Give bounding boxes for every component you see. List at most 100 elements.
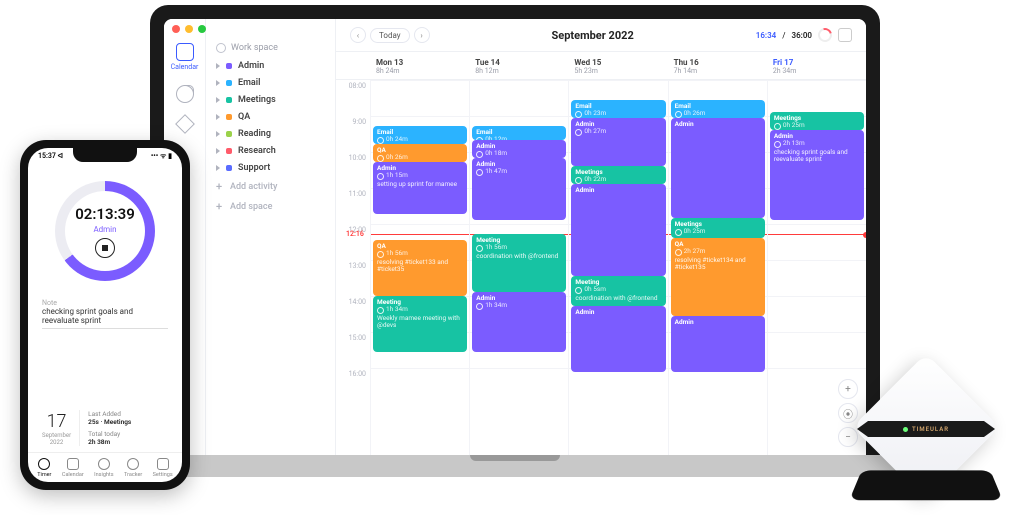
stop-button[interactable] [95,238,115,258]
tab-settings[interactable]: Settings [153,458,173,478]
tab-calendar[interactable]: Calendar [62,458,84,478]
rail-tracker[interactable] [172,117,198,131]
calendar-event[interactable]: Admin [671,118,765,218]
day-duration: 7h 14m [674,67,761,75]
day-stats: Last Added 25s · Meetings Total today 2h… [79,410,168,446]
day-column[interactable]: Email0h 12mAdmin0h 18mAdmin1h 47m Meeting… [469,80,568,455]
day-header[interactable]: Fri 172h 34m [767,52,866,79]
rail-insights[interactable] [172,85,198,103]
hour-label: 9:00 [336,118,370,154]
tab-timer[interactable]: Timer [37,458,51,478]
calendar-event[interactable]: Admin [571,306,665,372]
tab-tracker[interactable]: Tracker [124,458,142,478]
day-column[interactable]: Email0h 24mQA0h 26mAdmin1h 15msetting up… [370,80,469,455]
calendar-event[interactable]: Meetings0h 25m [770,112,864,130]
activity-item[interactable]: Email [216,78,325,88]
time-total: 36:00 [792,31,812,40]
event-duration: 0h 27m [575,128,661,135]
day-header[interactable]: Mon 138h 24m [370,52,469,79]
tracker-icon [127,458,139,470]
page-title: September 2022 [552,29,634,42]
calendar-event[interactable]: Admin [571,184,665,276]
laptop-base [128,455,902,477]
chevron-right-icon [216,165,220,171]
day-header[interactable]: Thu 167h 14m [668,52,767,79]
add-space-button[interactable]: +Add space [216,200,325,213]
date-picker-icon[interactable] [838,28,852,42]
event-note: resolving #ticket133 and #ticket35 [377,259,463,274]
plus-icon: + [216,180,224,193]
note-label: Note [42,299,168,307]
calendar-event[interactable]: Meetings0h 22m [571,166,665,184]
diamond-icon [175,114,195,134]
calendar-event[interactable]: Email0h 23m [571,100,665,118]
event-duration: 1h 56m [377,250,463,257]
calendar-event[interactable]: Meeting1h 34mWeekly mamee meeting with @… [373,296,467,352]
timer-center: 02:13:39 Admin [65,191,145,271]
calendar-event[interactable]: Meeting0h 5smcoordination with @frontend [571,276,665,306]
calendar-grid[interactable]: 08:009:0010:0011:0012:0013:0014:0015:001… [336,80,866,455]
day-columns: 12:16Email0h 24mQA0h 26mAdmin1h 15msetti… [370,80,866,455]
activity-item[interactable]: Research [216,146,325,156]
date-display: 17 September 2022 [42,411,71,446]
calendar-event[interactable]: QA0h 26m [373,144,467,162]
chevron-right-icon [216,97,220,103]
today-button[interactable]: Today [370,28,410,43]
timer-icon [38,458,50,470]
calendar-event[interactable]: Meetings0h 25m [671,218,765,238]
calendar-event[interactable]: QA2h 27mresolving #ticket134 and #ticket… [671,238,765,316]
event-title: Admin [575,309,661,316]
pie-icon [176,85,194,103]
note-field[interactable]: Note checking sprint goals and reevaluat… [42,299,168,329]
calendar-event[interactable]: Email0h 24m [373,126,467,144]
total-today-value: 2h 38m [88,438,168,446]
calendar-event[interactable]: Admin1h 15msetting up sprint for mamee [373,162,467,214]
device-base [849,470,1003,500]
day-header[interactable]: Tue 148h 12m [469,52,568,79]
timer-view: 02:13:39 Admin Note checking sprint goal… [28,161,182,452]
last-added-label: Last Added [88,410,168,418]
calendar-event[interactable]: Admin0h 18m [472,140,566,158]
phone-mockup: 15:37 ᐊ ••• ᯤ ▮ 02:13:39 Admin Note chec… [20,140,190,490]
day-column[interactable]: Email0h 23mAdmin0h 27mMeetings0h 22mAdmi… [568,80,667,455]
event-note: coordination with @frontend [575,295,661,302]
event-duration: 1h 56m [476,244,562,251]
activity-label: Email [238,78,260,88]
event-duration: 1h 34m [476,302,562,309]
next-button[interactable]: › [414,27,430,43]
progress-pie-icon [815,25,834,44]
day-duration: 8h 24m [376,67,463,75]
calendar-event[interactable]: QA1h 56mresolving #ticket133 and #ticket… [373,240,467,296]
calendar-event[interactable]: Admin2h 13mchecking sprint goals and ree… [770,130,864,220]
event-duration: 0h 23m [575,110,661,117]
activity-item[interactable]: Reading [216,129,325,139]
activity-item[interactable]: QA [216,112,325,122]
calendar-event[interactable]: Admin [671,316,765,372]
event-duration: 0h 18m [476,150,562,157]
calendar-event[interactable]: Admin0h 27m [571,118,665,166]
day-header[interactable]: Wed 155h 23m [568,52,667,79]
rail-calendar[interactable]: Calendar [172,43,198,71]
hour-label: 16:00 [336,370,370,406]
tracker-device: TIMEULAR [846,337,1006,507]
calendar-event[interactable]: Email0h 26m [671,100,765,118]
activity-item[interactable]: Meetings [216,95,325,105]
device-brand: TIMEULAR [912,426,949,433]
space-header[interactable]: Work space [216,43,325,53]
prev-button[interactable]: ‹ [350,27,366,43]
calendar-event[interactable]: Meeting1h 56mcoordination with @frontend [472,234,566,292]
event-duration: 0h 25m [774,122,860,129]
last-added-value: 25s · Meetings [88,418,168,426]
calendar-event[interactable]: Admin1h 47m [472,158,566,220]
tab-insights[interactable]: Insights [94,458,113,478]
calendar-event[interactable]: Email0h 12m [472,126,566,140]
activity-item[interactable]: Admin [216,61,325,71]
window-controls[interactable] [172,25,206,33]
calendar-event[interactable]: Admin1h 34m [472,292,566,352]
activity-item[interactable]: Support [216,163,325,173]
status-icons: ••• ᯤ ▮ [151,152,172,161]
add-activity-button[interactable]: +Add activity [216,180,325,193]
hour-label: 08:00 [336,82,370,118]
phone-screen: 15:37 ᐊ ••• ᯤ ▮ 02:13:39 Admin Note chec… [28,148,182,482]
day-column[interactable]: Email0h 26mAdminMeetings0h 25mQA2h 27mre… [668,80,767,455]
